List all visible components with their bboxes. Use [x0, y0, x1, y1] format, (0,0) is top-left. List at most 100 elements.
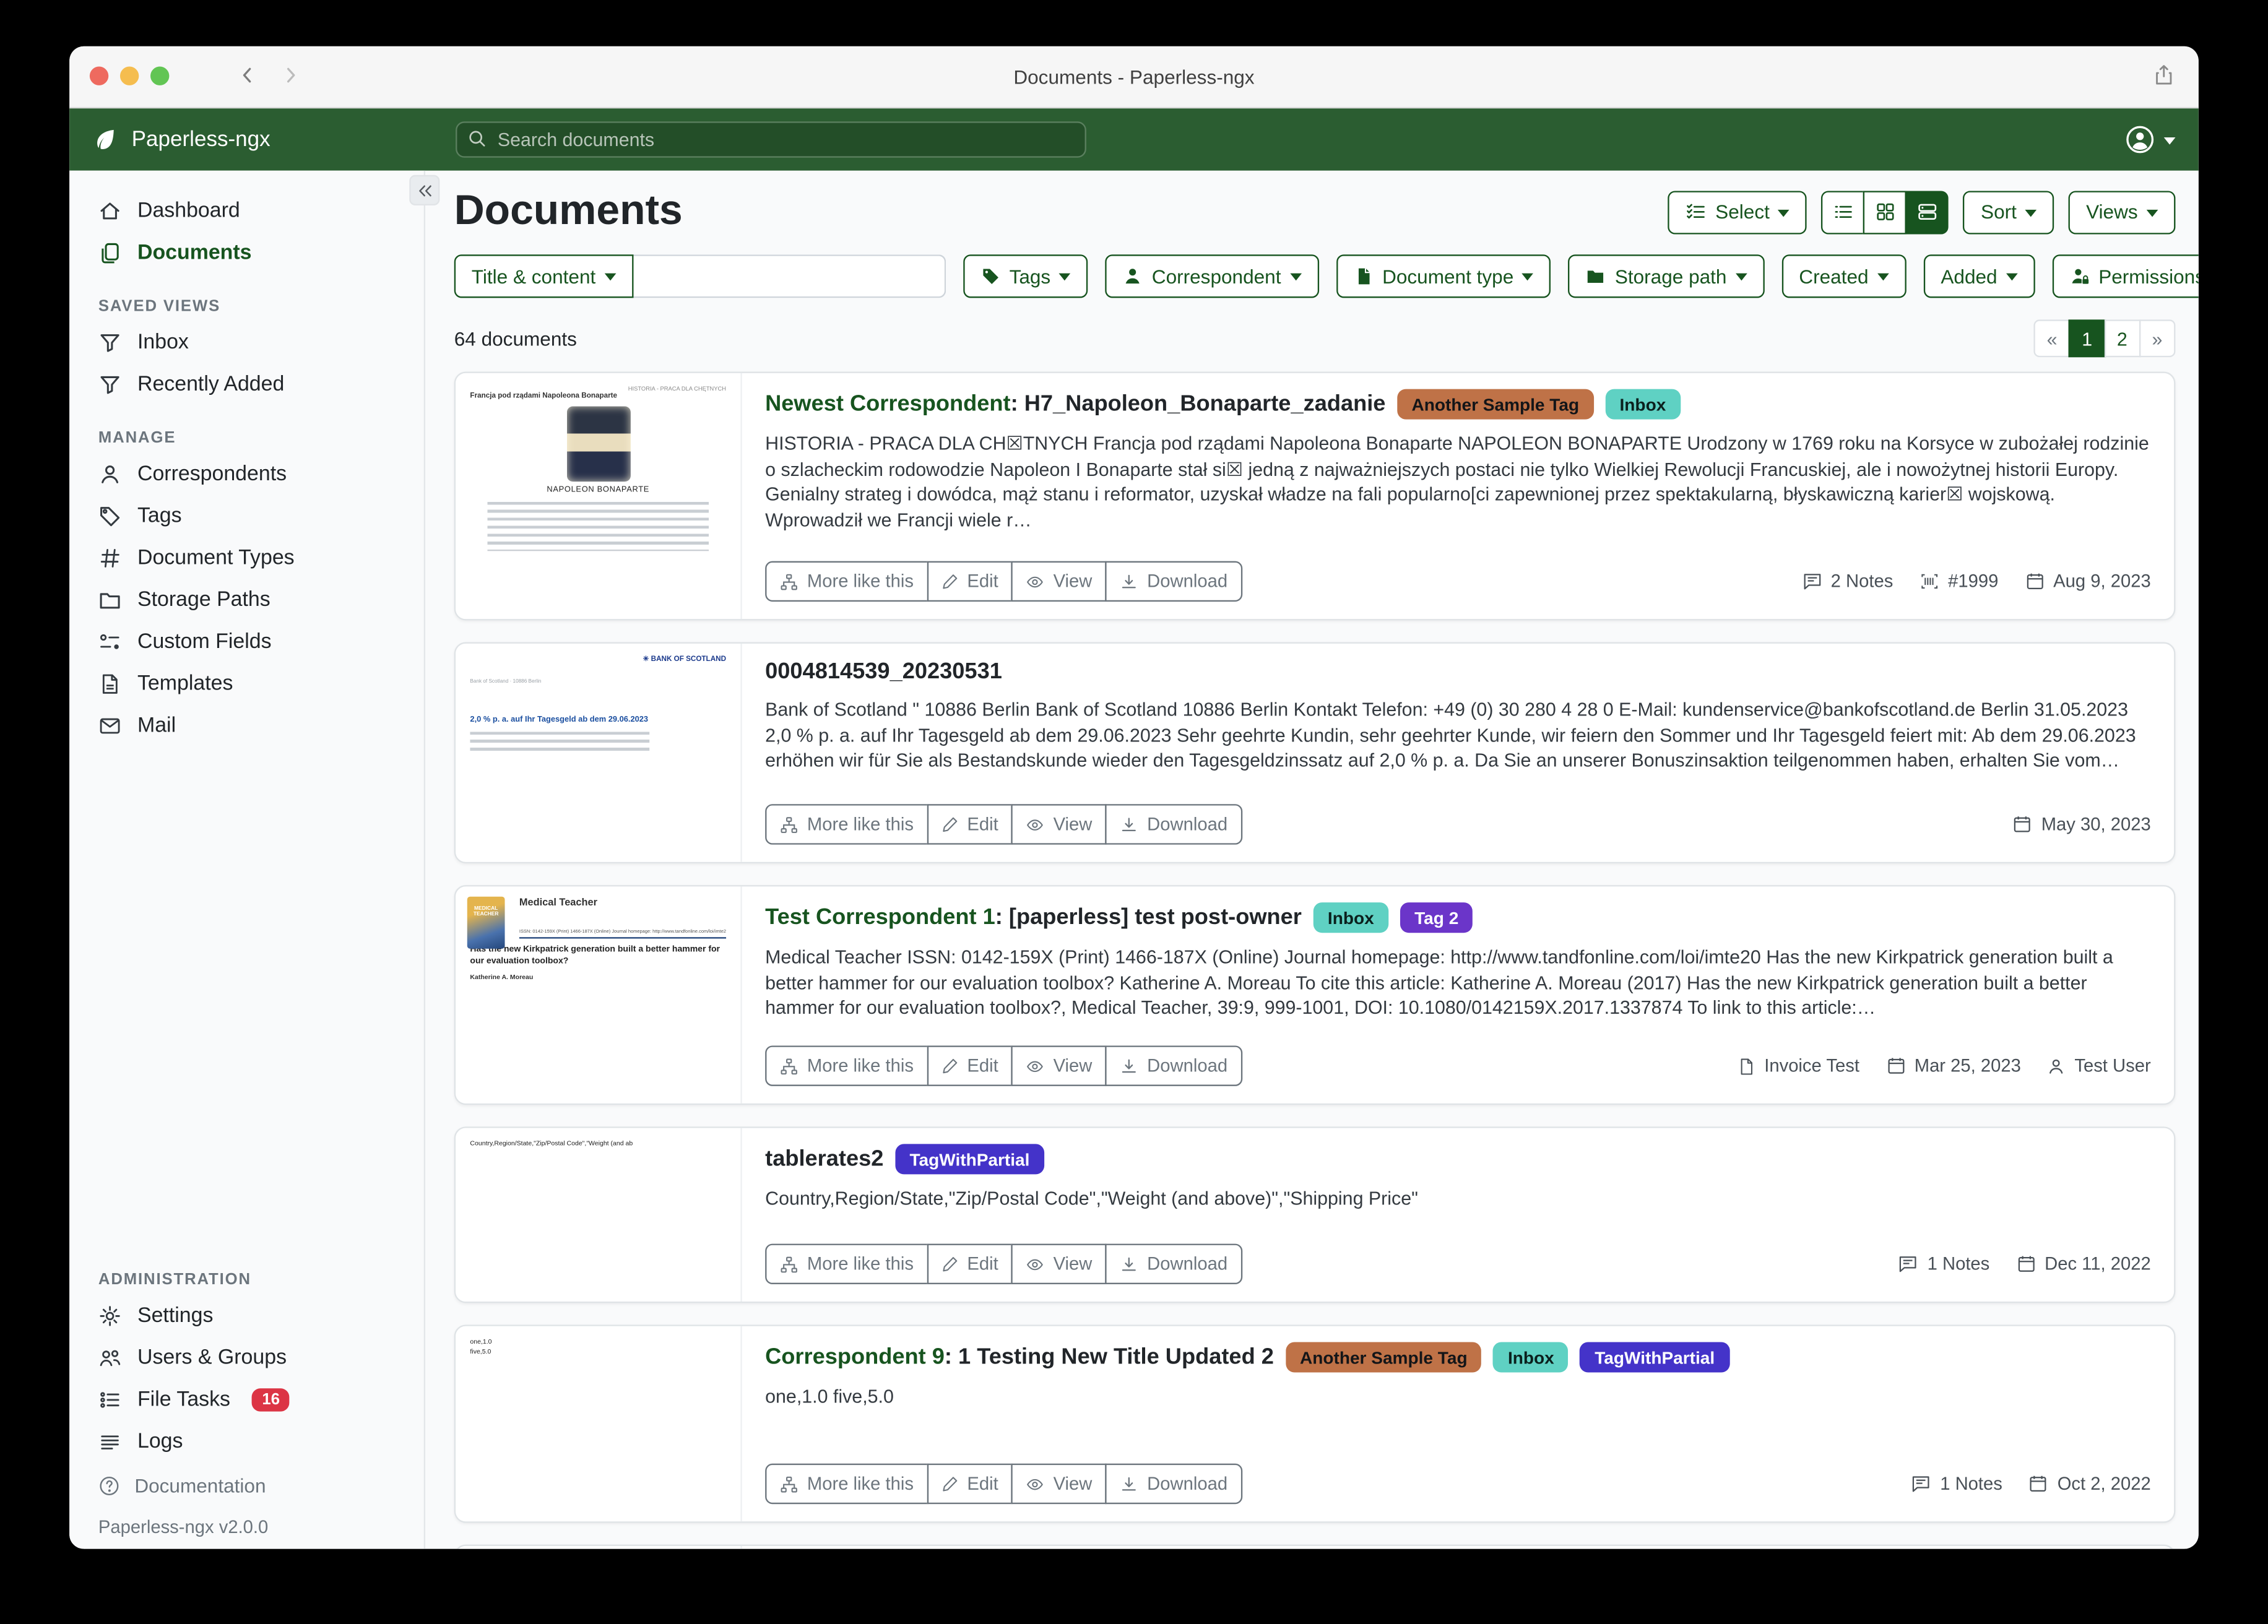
- tag-chip[interactable]: Tag 2: [1400, 902, 1473, 933]
- sidebar-item-documentation[interactable]: Documentation: [69, 1464, 423, 1508]
- filter-text-input[interactable]: [633, 254, 946, 298]
- sidebar-item-tags[interactable]: Tags: [69, 496, 423, 538]
- person-icon: [98, 463, 121, 486]
- user-menu[interactable]: [2125, 124, 2176, 155]
- document-thumbnail[interactable]: one,1.0 five,5.0: [456, 1326, 742, 1521]
- pagination-page-1[interactable]: 1: [2069, 319, 2105, 357]
- tag-chip[interactable]: Inbox: [1494, 1342, 1569, 1372]
- edit-button[interactable]: Edit: [927, 804, 1013, 844]
- tag-chip[interactable]: Another Sample Tag: [1397, 389, 1593, 420]
- search-input[interactable]: [456, 121, 1086, 157]
- view-mode-list[interactable]: [1822, 190, 1865, 233]
- more-like-this-button[interactable]: More like this: [765, 804, 928, 844]
- share-icon[interactable]: [2152, 61, 2175, 90]
- search-icon: [467, 129, 488, 149]
- notes-meta[interactable]: 1 Notes: [1911, 1474, 2002, 1494]
- document-actions: More like this Edit View Download: [765, 561, 1242, 602]
- download-button[interactable]: Download: [1105, 1045, 1242, 1086]
- thumb-text-lines: [488, 502, 708, 551]
- document-title-link[interactable]: 0004814539_20230531: [765, 660, 1002, 686]
- sidebar-item-settings[interactable]: Settings: [69, 1296, 423, 1338]
- sidebar-item-logs[interactable]: Logs: [69, 1422, 423, 1464]
- view-button[interactable]: View: [1011, 561, 1107, 602]
- more-like-this-button[interactable]: More like this: [765, 561, 928, 602]
- count-row: 64 documents « 1 2 »: [454, 319, 2176, 357]
- document-title-link[interactable]: Correspondent 9: 1 Testing New Title Upd…: [765, 1344, 1274, 1370]
- sidebar-item-dashboard[interactable]: Dashboard: [69, 191, 423, 233]
- view-mode-detail[interactable]: [1906, 190, 1949, 233]
- sidebar-item-inbox[interactable]: Inbox: [69, 322, 423, 365]
- sidebar-item-recently-added[interactable]: Recently Added: [69, 365, 423, 407]
- sidebar-item-correspondents[interactable]: Correspondents: [69, 454, 423, 496]
- sidebar-item-file-tasks[interactable]: File Tasks 16: [69, 1380, 423, 1422]
- app-navbar: Paperless-ngx: [69, 108, 2199, 170]
- view-button[interactable]: View: [1011, 1045, 1107, 1086]
- brand[interactable]: Paperless-ngx: [93, 126, 271, 152]
- download-button[interactable]: Download: [1105, 1464, 1242, 1504]
- tag-chip[interactable]: Another Sample Tag: [1286, 1342, 1482, 1372]
- document-thumbnail[interactable]: MEDICAL TEACHER Medical Teacher ISSN: 01…: [456, 886, 742, 1104]
- view-button[interactable]: View: [1011, 1464, 1107, 1504]
- view-button[interactable]: View: [1011, 804, 1107, 844]
- view-button[interactable]: View: [1011, 1244, 1107, 1284]
- permissions-filter-button[interactable]: Permissions: [2052, 254, 2198, 298]
- sidebar-collapse-button[interactable]: [409, 175, 439, 205]
- document-card-footer: More like this Edit View Download 2 Note…: [765, 561, 2151, 602]
- toolbar: Select: [1668, 190, 2175, 233]
- notes-meta[interactable]: 1 Notes: [1898, 1254, 1989, 1274]
- document-thumbnail[interactable]: Country,Region/State,"Zip/Postal Code","…: [456, 1128, 742, 1302]
- more-like-this-button[interactable]: More like this: [765, 1244, 928, 1284]
- sidebar-item-documents[interactable]: Documents: [69, 233, 423, 275]
- tag-chip[interactable]: Inbox: [1314, 902, 1389, 933]
- document-title: H7_Napoleon_Bonaparte_zadanie: [1024, 391, 1386, 416]
- sidebar-item-users-groups[interactable]: Users & Groups: [69, 1337, 423, 1380]
- document-type-filter-button[interactable]: Document type: [1336, 254, 1551, 298]
- added-filter-button[interactable]: Added: [1923, 254, 2035, 298]
- views-button[interactable]: Views: [2069, 190, 2175, 233]
- download-button[interactable]: Download: [1105, 804, 1242, 844]
- pagination-page-2[interactable]: 2: [2104, 319, 2140, 357]
- edit-button[interactable]: Edit: [927, 561, 1013, 602]
- asn-icon: [1919, 571, 1939, 592]
- edit-button[interactable]: Edit: [927, 1464, 1013, 1504]
- document-title-link[interactable]: tablerates2: [765, 1146, 883, 1172]
- pencil-icon: [941, 816, 958, 833]
- sidebar-item-custom-fields[interactable]: Custom Fields: [69, 622, 423, 664]
- tags-filter-button[interactable]: Tags: [963, 254, 1088, 298]
- select-button[interactable]: Select: [1668, 190, 1807, 233]
- pagination-next[interactable]: »: [2139, 319, 2175, 357]
- sidebar-item-storage-paths[interactable]: Storage Paths: [69, 580, 423, 622]
- diagram-icon: [779, 1474, 798, 1493]
- chevron-down-icon: [1735, 274, 1747, 281]
- correspondent-name[interactable]: Correspondent 9: [765, 1344, 945, 1369]
- tag-chip[interactable]: TagWithPartial: [1580, 1342, 1729, 1372]
- document-thumbnail[interactable]: ✳ BANK OF SCOTLAND Bank of Scotland · 10…: [456, 644, 742, 862]
- document-title-link[interactable]: Test Correspondent 1: [paperless] test p…: [765, 905, 1302, 931]
- download-button[interactable]: Download: [1105, 1244, 1242, 1284]
- tag-chip[interactable]: TagWithPartial: [895, 1144, 1044, 1174]
- more-like-this-button[interactable]: More like this: [765, 1464, 928, 1504]
- view-mode-grid[interactable]: [1864, 190, 1907, 233]
- document-thumbnail[interactable]: Serial Number,Company Name,Employee Mark…: [456, 1546, 742, 1549]
- notes-meta[interactable]: 2 Notes: [1802, 571, 1893, 592]
- edit-button[interactable]: Edit: [927, 1045, 1013, 1086]
- pagination-prev[interactable]: «: [2034, 319, 2071, 357]
- list-task-icon: [98, 1388, 121, 1411]
- tag-chip[interactable]: Inbox: [1605, 389, 1681, 420]
- sidebar-item-mail[interactable]: Mail: [69, 706, 423, 748]
- edit-button[interactable]: Edit: [927, 1244, 1013, 1284]
- sidebar-item-templates[interactable]: Templates: [69, 664, 423, 706]
- document-title-link[interactable]: Newest Correspondent: H7_Napoleon_Bonapa…: [765, 391, 1385, 417]
- sidebar-item-document-types[interactable]: Document Types: [69, 538, 423, 580]
- storage-path-filter-button[interactable]: Storage path: [1569, 254, 1764, 298]
- filter-field-button[interactable]: Title & content: [454, 254, 633, 298]
- correspondent-name[interactable]: Newest Correspondent: [765, 391, 1010, 416]
- sort-button[interactable]: Sort: [1963, 190, 2054, 233]
- document-thumbnail[interactable]: HISTORIA - PRACA DLA CHĘTNYCH Francja po…: [456, 373, 742, 619]
- created-filter-button[interactable]: Created: [1781, 254, 1906, 298]
- correspondent-name[interactable]: Test Correspondent 1: [765, 905, 995, 930]
- correspondent-filter-button[interactable]: Correspondent: [1106, 254, 1318, 298]
- download-button[interactable]: Download: [1105, 561, 1242, 602]
- more-like-this-button[interactable]: More like this: [765, 1045, 928, 1086]
- document-type-meta[interactable]: Invoice Test: [1737, 1056, 1859, 1076]
